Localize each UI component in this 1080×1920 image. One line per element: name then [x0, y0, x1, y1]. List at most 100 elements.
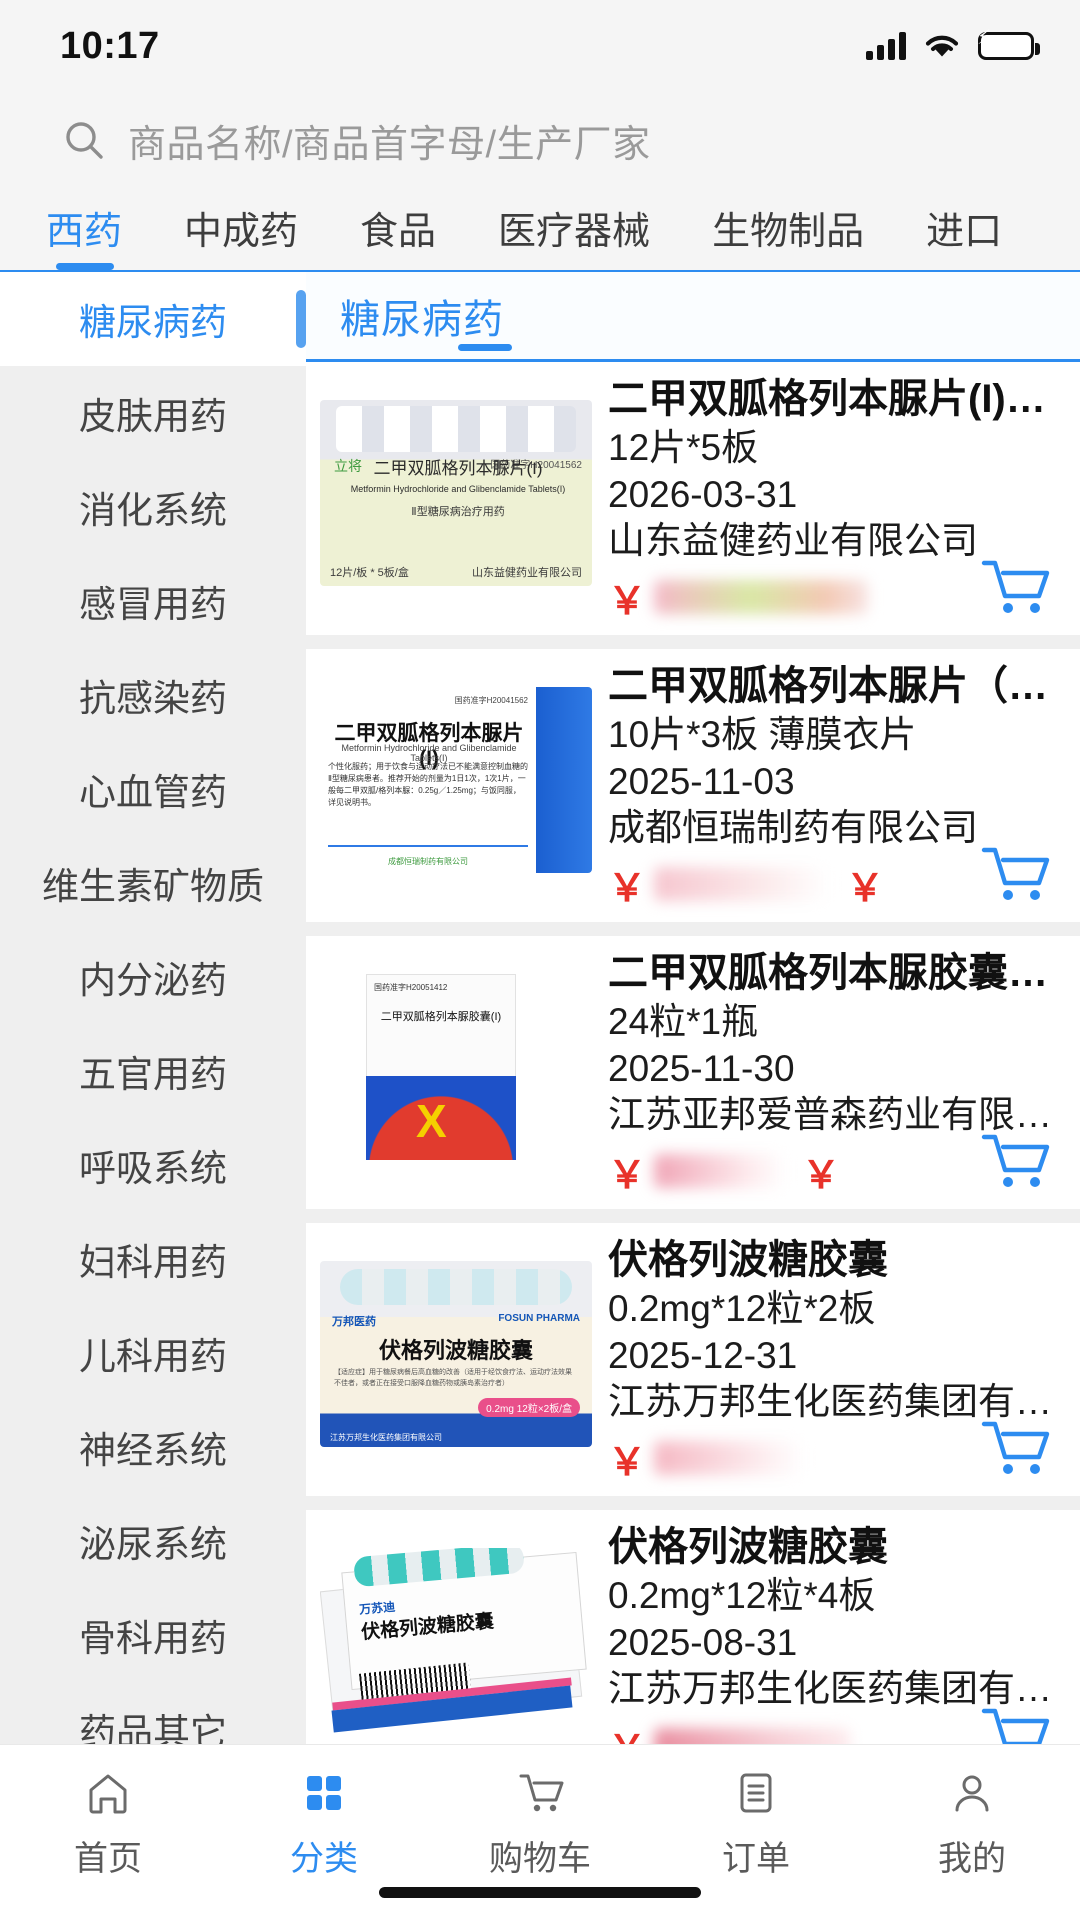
wifi-icon [924, 32, 960, 60]
sidebar-item-neifenmiyao[interactable]: 内分泌药 [0, 930, 306, 1024]
sidebar-item-label: 内分泌药 [79, 960, 227, 1001]
sidebar-item-label: 心血管药 [79, 772, 227, 813]
sidebar-item-label: 皮肤用药 [79, 396, 227, 437]
tab-jinkou[interactable]: 进口 [926, 200, 1002, 259]
package-mfr: 江苏万邦生化医药集团有限公司 [330, 1433, 442, 1443]
sidebar-item-erkeyongyao[interactable]: 儿科用药 [0, 1306, 306, 1400]
subcategory-sidebar[interactable]: 糖尿病药 皮肤用药 消化系统 感冒用药 抗感染药 心血管药 维生素矿物质 内分泌… [0, 272, 306, 1744]
sidebar-item-label: 呼吸系统 [79, 1148, 227, 1189]
masked-price [654, 580, 869, 615]
product-section-header: 糖尿病药 [306, 272, 1080, 362]
add-to-cart-button[interactable] [980, 1129, 1054, 1191]
sidebar-item-weishengsukuangwuzhi[interactable]: 维生素矿物质 [0, 836, 306, 930]
package-name-cn: 二甲双胍格列本脲胶囊(I) [380, 1011, 502, 1024]
cellular-signal-icon [866, 32, 906, 60]
sidebar-item-shenjingxitong[interactable]: 神经系统 [0, 1400, 306, 1494]
app-root: 10:17 ⚡ 商品名称/商品首字母/生产厂家 西药 中成药 食品 医疗器械 生… [0, 0, 1080, 1920]
sidebar-item-tangniaobingyao[interactable]: 糖尿病药 [0, 272, 306, 366]
nav-item-orders[interactable]: 订单 [648, 1767, 864, 1880]
nav-label: 分类 [290, 1840, 358, 1878]
add-to-cart-button[interactable] [980, 1416, 1054, 1478]
tab-shipin[interactable]: 食品 [360, 200, 436, 259]
battery-charging-icon: ⚡ [977, 28, 1040, 60]
sidebar-item-huxixitong[interactable]: 呼吸系统 [0, 1118, 306, 1212]
sidebar-item-label: 糖尿病药 [79, 302, 227, 343]
product-card[interactable]: 万苏迪 伏格列波糖胶囊 伏格列波糖胶囊 0.2mg*12粒*4板 2025-08-… [306, 1510, 1080, 1744]
product-expiry-date: 2026-03-31 [608, 473, 798, 515]
sidebar-item-label: 骨科用药 [79, 1618, 227, 1659]
product-name: 伏格列波糖胶囊 [608, 1525, 888, 1570]
product-card[interactable]: 国药准字H20051412 二甲双胍格列本脲胶囊(I) X 二甲双胍格列本脲胶囊… [306, 936, 1080, 1210]
search-bar[interactable]: 商品名称/商品首字母/生产厂家 [0, 92, 1080, 188]
product-name: 伏格列波糖胶囊 [608, 1238, 888, 1283]
currency-symbol: ￥ [608, 1441, 647, 1484]
package-brand-secondary: FOSUN PHARMA [498, 1313, 580, 1325]
tab-shengwuzhipin[interactable]: 生物制品 [712, 200, 864, 259]
product-image: 国药准字H20041562 二甲双胍格列本脲片(I) Metformin Hyd… [320, 687, 592, 874]
add-to-cart-button[interactable] [980, 842, 1054, 904]
masked-price [654, 1154, 787, 1189]
tab-zhongchengyao[interactable]: 中成药 [184, 200, 298, 259]
product-name: 二甲双胍格列本脲片（Ⅰ） [608, 664, 1058, 709]
currency-symbol-secondary: ￥ [846, 867, 885, 910]
sidebar-item-xiaohuaxitong[interactable]: 消化系统 [0, 460, 306, 554]
nav-item-profile[interactable]: 我的 [864, 1767, 1080, 1880]
search-icon [62, 118, 106, 162]
currency-symbol-secondary: ￥ [802, 1154, 841, 1197]
sidebar-item-fukeyongyao[interactable]: 妇科用药 [0, 1212, 306, 1306]
active-tab-indicator [56, 263, 114, 270]
package-name-en: Metformin Hydrochloride and Glibenclamid… [341, 743, 517, 764]
currency-symbol: ￥ [608, 580, 647, 623]
grid-category-icon [299, 1767, 349, 1819]
product-expiry-date: 2025-12-31 [608, 1334, 798, 1376]
product-spec: 24粒*1瓶 [608, 1001, 759, 1043]
currency-symbol: ￥ [608, 1154, 647, 1197]
nav-label: 我的 [938, 1840, 1006, 1878]
nav-label: 订单 [722, 1840, 790, 1878]
product-expiry-date: 2025-11-03 [608, 760, 795, 802]
nav-item-category[interactable]: 分类 [216, 1767, 432, 1880]
sidebar-item-wuguanyongyao[interactable]: 五官用药 [0, 1024, 306, 1118]
package-name-en: Metformin Hydrochloride and Glibenclamid… [350, 483, 566, 494]
sidebar-item-label: 五官用药 [79, 1054, 227, 1095]
sidebar-item-label: 妇科用药 [79, 1242, 227, 1283]
product-image: 国药准字H20051412 二甲双胍格列本脲胶囊(I) X [320, 974, 592, 1161]
sidebar-item-gukeyongyao[interactable]: 骨科用药 [0, 1588, 306, 1682]
sidebar-item-yaopinqita[interactable]: 药品其它 [0, 1682, 306, 1744]
product-card[interactable]: 国药准字H20041562 二甲双胍格列本脲片(I) Metformin Hyd… [306, 649, 1080, 923]
sidebar-item-xinxueguanyao[interactable]: 心血管药 [0, 742, 306, 836]
nav-item-home[interactable]: 首页 [0, 1767, 216, 1880]
tab-yiliaoqixie[interactable]: 医疗器械 [498, 200, 650, 259]
product-image: 立将 国药准字H20041562 二甲双胍格列本脲片(I) Metformin … [320, 400, 592, 586]
nav-item-cart[interactable]: 购物车 [432, 1767, 648, 1880]
product-list[interactable]: 立将 国药准字H20041562 二甲双胍格列本脲片(I) Metformin … [306, 362, 1080, 1744]
package-note: Ⅱ型糖尿病治疗用药 [411, 506, 505, 519]
package-spec: 0.2mg 12粒×2板/盒 [478, 1398, 580, 1418]
sidebar-item-kangganranyao[interactable]: 抗感染药 [0, 648, 306, 742]
product-card[interactable]: 万邦医药 FOSUN PHARMA 伏格列波糖胶囊 【适应症】用于糖尿病餐后高血… [306, 1223, 1080, 1497]
search-input[interactable]: 商品名称/商品首字母/生产厂家 [40, 109, 1040, 171]
package-brand: 万邦医药 [332, 1316, 376, 1329]
package-note: 个性化服药；用于饮食与运动疗法已不能满意控制血糖的Ⅱ型糖尿病患者。推荐开始的剂量… [328, 762, 528, 808]
add-to-cart-button[interactable] [980, 1703, 1054, 1744]
package-mfr: 山东益健药业有限公司 [472, 567, 582, 579]
home-indicator [379, 1887, 701, 1898]
masked-price [654, 1441, 805, 1476]
sidebar-item-miniaoxitong[interactable]: 泌尿系统 [0, 1494, 306, 1588]
product-spec: 12片*5板 [608, 427, 759, 469]
product-image: 万邦医药 FOSUN PHARMA 伏格列波糖胶囊 【适应症】用于糖尿病餐后高血… [320, 1261, 592, 1448]
category-tab-bar[interactable]: 西药 中成药 食品 医疗器械 生物制品 进口 [0, 188, 1080, 270]
nav-label: 购物车 [489, 1840, 591, 1878]
sidebar-item-ganmaoyongyao[interactable]: 感冒用药 [0, 554, 306, 648]
product-name: 二甲双胍格列本脲片(I)… [608, 377, 1046, 421]
product-spec: 0.2mg*12粒*4板 [608, 1575, 876, 1617]
package-mfr: 成都恒瑞制药有限公司 [388, 857, 468, 867]
sidebar-item-pifuyongyao[interactable]: 皮肤用药 [0, 366, 306, 460]
product-expiry-date: 2025-08-31 [608, 1621, 798, 1663]
product-image: 万苏迪 伏格列波糖胶囊 [320, 1548, 592, 1735]
user-profile-icon [947, 1767, 997, 1819]
add-to-cart-button[interactable] [980, 555, 1054, 617]
tab-xiyao[interactable]: 西药 [46, 200, 122, 259]
home-icon [83, 1767, 133, 1819]
product-card[interactable]: 立将 国药准字H20041562 二甲双胍格列本脲片(I) Metformin … [306, 362, 1080, 636]
